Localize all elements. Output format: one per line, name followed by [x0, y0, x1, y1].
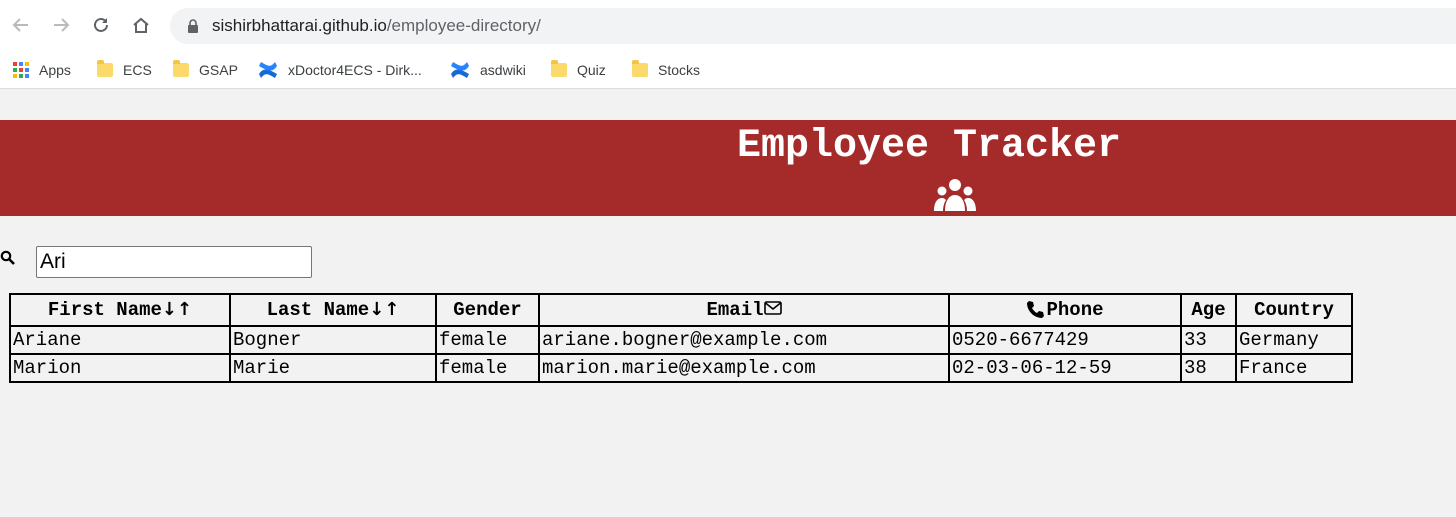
bookmark-label: Apps [39, 62, 71, 78]
column-label: Gender [453, 299, 522, 321]
cell-phone: 02-03-06-12-59 [948, 353, 1182, 383]
column-phone: Phone [948, 293, 1182, 327]
bookmark-quiz[interactable]: Quiz [551, 56, 606, 84]
address-bar[interactable]: sishirbhattarai.github.io/employee-direc… [170, 8, 1456, 44]
bookmark-ecs[interactable]: ECS [97, 56, 152, 84]
forward-icon[interactable] [47, 11, 75, 39]
column-label: Country [1254, 299, 1334, 321]
cell-last-name: Bogner [229, 325, 437, 355]
column-last-name: Last Name↓↑ [229, 293, 437, 327]
url-path: /employee-directory/ [386, 16, 541, 35]
bookmark-stocks[interactable]: Stocks [632, 56, 700, 84]
cell-email: marion.marie@example.com [538, 353, 950, 383]
cell-country: Germany [1235, 325, 1353, 355]
employee-table: First Name↓↑ Last Name↓↑ Gender Email Ph… [9, 293, 1353, 383]
url-text: sishirbhattarai.github.io/employee-direc… [212, 16, 541, 36]
page-title: Employee Tracker [737, 124, 1122, 169]
folder-icon [173, 60, 189, 77]
column-gender: Gender [435, 293, 540, 327]
back-icon[interactable] [7, 11, 35, 39]
search-icon [0, 250, 15, 265]
bookmark-apps[interactable]: Apps [13, 56, 71, 84]
sort-down-icon[interactable]: ↓ [162, 299, 177, 320]
cell-email: ariane.bogner@example.com [538, 325, 950, 355]
apps-grid-icon [13, 62, 29, 78]
sort-up-icon[interactable]: ↑ [384, 299, 399, 320]
column-age: Age [1180, 293, 1237, 327]
bookmark-label: asdwiki [480, 62, 526, 78]
sort-up-icon[interactable]: ↑ [177, 299, 192, 320]
cell-age: 38 [1180, 353, 1237, 383]
folder-icon [97, 60, 113, 77]
cell-phone: 0520-6677429 [948, 325, 1182, 355]
cell-last-name: Marie [229, 353, 437, 383]
table-header-row: First Name↓↑ Last Name↓↑ Gender Email Ph… [9, 293, 1353, 327]
column-label: Phone [1046, 299, 1104, 321]
table-row: Marion Marie female marion.marie@example… [9, 353, 1353, 383]
lock-icon [188, 19, 198, 33]
column-label: Age [1191, 299, 1226, 321]
envelope-icon [763, 301, 782, 315]
table-row: Ariane Bogner female ariane.bogner@examp… [9, 325, 1353, 355]
column-first-name: First Name↓↑ [9, 293, 231, 327]
confluence-icon [259, 62, 277, 78]
reload-icon[interactable] [87, 11, 115, 39]
cell-first-name: Ariane [9, 325, 231, 355]
bookmark-label: xDoctor4ECS - Dirk... [288, 62, 422, 78]
bookmark-label: ECS [123, 62, 152, 78]
bookmark-xdoctor[interactable]: xDoctor4ECS - Dirk... [258, 56, 422, 84]
header-banner: Employee Tracker [0, 120, 1456, 216]
cell-country: France [1235, 353, 1353, 383]
bookmark-label: Stocks [658, 62, 701, 78]
cell-age: 33 [1180, 325, 1237, 355]
url-domain: sishirbhattarai.github.io [212, 16, 387, 35]
cell-first-name: Marion [9, 353, 231, 383]
bookmark-label: GSAP [199, 62, 238, 78]
phone-icon [1027, 301, 1045, 318]
confluence-icon [451, 62, 469, 78]
browser-toolbar: sishirbhattarai.github.io/employee-direc… [0, 0, 1456, 52]
column-email: Email [538, 293, 950, 327]
cell-gender: female [435, 353, 540, 383]
cell-gender: female [435, 325, 540, 355]
users-icon [934, 179, 976, 211]
sort-down-icon[interactable]: ↓ [369, 299, 384, 320]
folder-icon [551, 60, 567, 77]
column-country: Country [1235, 293, 1353, 327]
bookmarks-bar: Apps ECS GSAP xDoctor4ECS - Dirk... asdw… [0, 52, 1456, 89]
column-label: Email [706, 299, 764, 321]
search-input[interactable] [36, 246, 312, 278]
bookmark-label: Quiz [577, 62, 606, 78]
home-icon[interactable] [127, 11, 155, 39]
bookmark-gsap[interactable]: GSAP [173, 56, 238, 84]
column-label: First Name [47, 299, 162, 321]
column-label: Last Name [266, 299, 370, 321]
folder-icon [632, 60, 648, 77]
bookmark-asdwiki[interactable]: asdwiki [450, 56, 526, 84]
